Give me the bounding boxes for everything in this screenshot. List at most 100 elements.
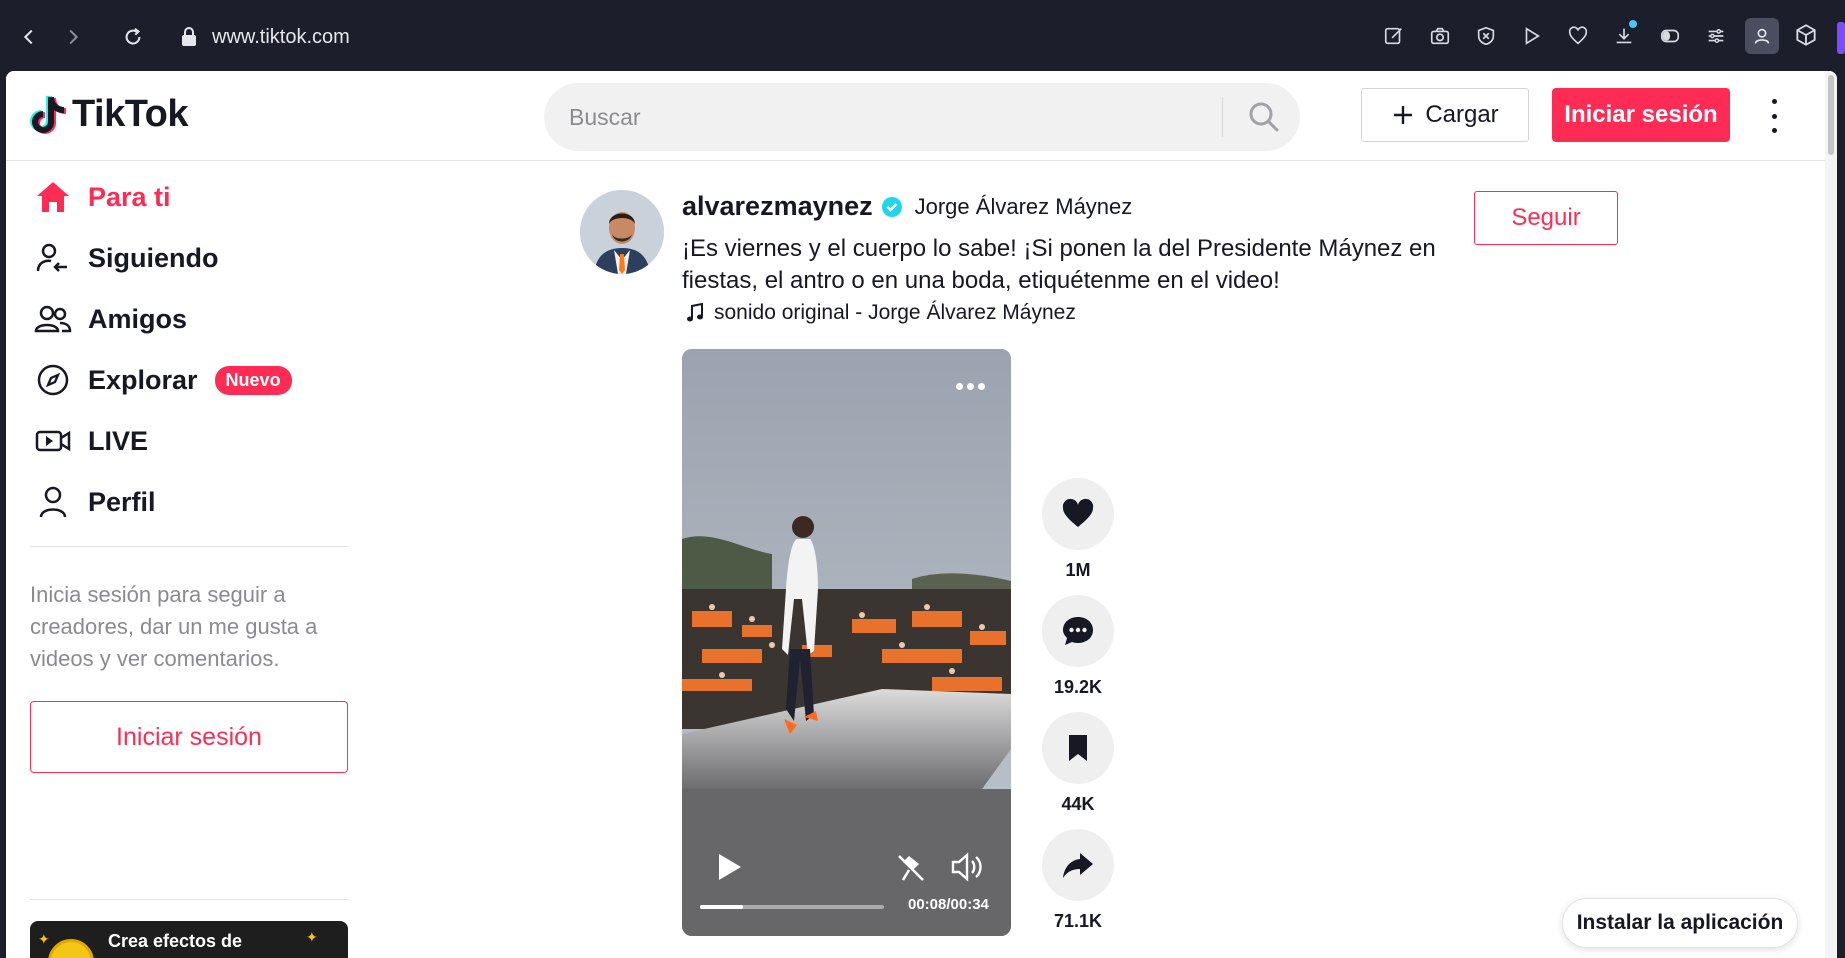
cube-icon[interactable]	[1793, 22, 1819, 48]
sound-label: sonido original - Jorge Álvarez Máynez	[714, 301, 1076, 324]
heart-icon[interactable]	[1561, 18, 1595, 54]
camera-icon[interactable]	[1423, 18, 1457, 54]
sidebar-item-label: Siguiendo	[88, 242, 219, 273]
like-count: 1M	[1065, 560, 1091, 580]
tiktok-note-icon	[30, 95, 66, 134]
share-action: 71.1K	[1040, 829, 1116, 932]
search-input[interactable]	[544, 103, 1194, 131]
sidebar-item-label: Amigos	[88, 303, 188, 334]
shield-icon[interactable]	[1469, 18, 1503, 54]
video-more-icon[interactable]	[956, 383, 985, 390]
profile-icon[interactable]	[1745, 18, 1779, 54]
bookmark-icon	[1069, 735, 1087, 761]
sidebar-item-label: Explorar	[88, 364, 198, 395]
sidebar-login-button[interactable]: Iniciar sesión	[30, 701, 348, 773]
download-indicator	[1629, 20, 1637, 28]
compass-icon	[37, 364, 69, 396]
post-caption: ¡Es viernes y el cuerpo lo sabe! ¡Si pon…	[682, 235, 1436, 294]
effects-promo-card[interactable]: ✦ ✦ Crea efectos de	[30, 921, 348, 958]
save-action: 44K	[1040, 712, 1116, 815]
verified-icon	[881, 196, 902, 217]
login-prompt: Inicia sesión para seguir a creadores, d…	[30, 582, 318, 671]
new-badge: Nuevo	[214, 365, 292, 395]
volume-icon[interactable]	[950, 852, 986, 882]
search-icon[interactable]	[1246, 99, 1282, 135]
sparkle-icon: ✦	[306, 929, 318, 945]
video-player[interactable]: 00:08/00:34	[682, 349, 1011, 936]
lock-icon	[182, 27, 196, 46]
tiktok-page: TikTok Cargar Iniciar sesión Para ti Sig…	[6, 71, 1837, 958]
sidebar-divider	[30, 899, 348, 900]
more-options-icon[interactable]	[1766, 99, 1782, 133]
upload-button[interactable]: Cargar	[1361, 88, 1529, 142]
page-scrollbar[interactable]	[1825, 71, 1837, 958]
display-name: Jorge Álvarez Máynez	[914, 193, 1133, 219]
comment-action: 19.2K	[1040, 595, 1116, 698]
share-arrow-icon	[1063, 853, 1093, 878]
comment-count: 19.2K	[1053, 677, 1103, 697]
comment-button[interactable]	[1042, 595, 1114, 667]
search-divider	[1222, 97, 1223, 137]
download-icon[interactable]	[1607, 18, 1641, 54]
sidebar-toggle[interactable]	[1837, 22, 1845, 54]
sidebar-item-label: Perfil	[88, 486, 156, 517]
profile-icon	[39, 486, 67, 518]
floating-player-icon[interactable]	[895, 852, 927, 884]
like-button[interactable]	[1042, 478, 1114, 550]
play-icon[interactable]	[1515, 18, 1549, 54]
avatar[interactable]	[580, 190, 664, 274]
address-bar[interactable]: www.tiktok.com	[180, 20, 350, 54]
coin-icon	[48, 939, 94, 958]
comment-icon	[1063, 617, 1093, 645]
save-button[interactable]	[1042, 712, 1114, 784]
plus-icon	[1394, 106, 1413, 124]
url-text: www.tiktok.com	[212, 25, 350, 48]
sidebar-item-amigos[interactable]: Amigos	[33, 294, 187, 344]
heart-icon	[1062, 498, 1094, 527]
following-icon	[36, 243, 67, 272]
follow-button[interactable]: Seguir	[1474, 191, 1618, 245]
share-button[interactable]	[1042, 829, 1114, 901]
back-button[interactable]	[14, 22, 44, 52]
chevron-right-icon	[69, 29, 79, 45]
effects-card-title: Crea efectos de	[108, 931, 243, 951]
sidebar-divider	[30, 546, 348, 547]
post-author: alvarezmaynez Jorge Álvarez Máynez	[682, 191, 1132, 222]
top-header: TikTok Cargar Iniciar sesión	[6, 71, 1837, 161]
live-icon	[35, 430, 71, 452]
sidebar-item-para-ti[interactable]: Para ti	[33, 172, 171, 222]
video-frame	[682, 349, 1011, 936]
sidebar-item-perfil[interactable]: Perfil	[33, 477, 156, 527]
sound-link[interactable]: sonido original - Jorge Álvarez Máynez	[686, 301, 1076, 325]
reload-button[interactable]	[118, 22, 148, 52]
sidebar-item-label: Para ti	[88, 181, 171, 212]
scrollbar-thumb[interactable]	[1828, 75, 1834, 155]
sidebar-item-explorar[interactable]: Explorar Nuevo	[33, 355, 292, 405]
sidebar-item-live[interactable]: LIVE	[33, 416, 148, 466]
extension-toolbar	[1377, 18, 1779, 54]
save-count: 44K	[1061, 794, 1095, 814]
upload-label: Cargar	[1425, 101, 1499, 128]
chevron-left-icon	[23, 29, 33, 45]
settings-sliders-icon[interactable]	[1699, 18, 1733, 54]
search-bar	[544, 83, 1300, 151]
progress-fill	[700, 905, 744, 909]
sidebar-item-siguiendo[interactable]: Siguiendo	[33, 233, 219, 283]
battery-icon[interactable]	[1653, 18, 1687, 54]
browser-toolbar: www.tiktok.com	[0, 0, 1845, 70]
share-count: 71.1K	[1053, 911, 1103, 931]
play-icon[interactable]	[715, 852, 743, 882]
logo-text: TikTok	[72, 93, 188, 135]
reload-icon	[125, 27, 141, 45]
edit-icon[interactable]	[1377, 18, 1411, 54]
login-button[interactable]: Iniciar sesión	[1552, 88, 1730, 142]
forward-button[interactable]	[58, 22, 88, 52]
username-link[interactable]: alvarezmaynez	[682, 191, 873, 222]
install-app-button[interactable]: Instalar la aplicación	[1562, 898, 1798, 948]
video-progress-bar[interactable]	[700, 905, 884, 909]
sparkle-icon: ✦	[38, 931, 50, 947]
music-note-icon	[687, 303, 703, 322]
friends-icon	[34, 305, 72, 333]
like-action: 1M	[1040, 478, 1116, 581]
tiktok-logo[interactable]: TikTok	[30, 93, 188, 136]
